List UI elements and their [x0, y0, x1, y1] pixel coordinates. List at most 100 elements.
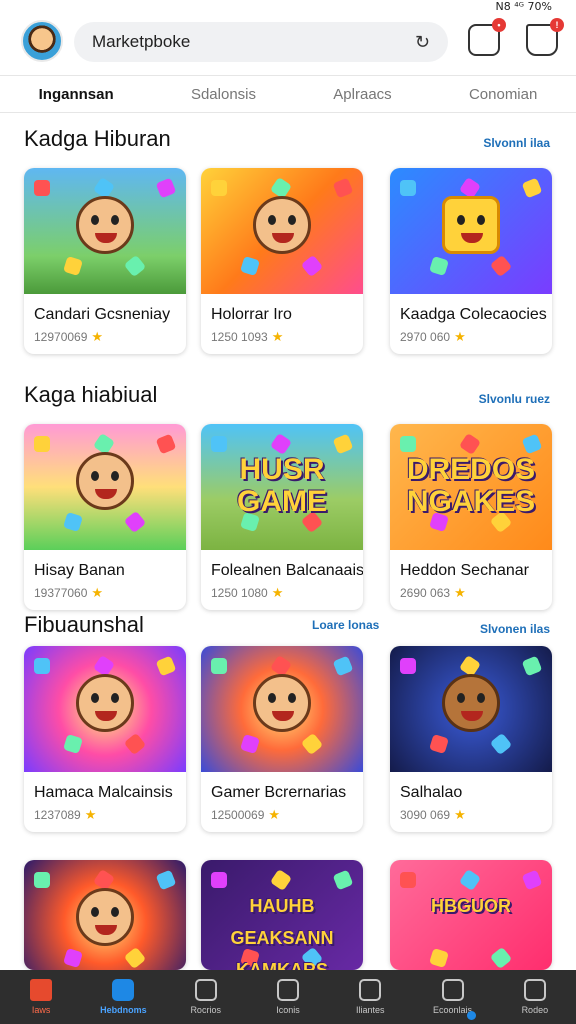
tab-0[interactable]: Ingannsan	[35, 80, 118, 109]
star-icon: ★	[84, 807, 97, 822]
gem-decoration	[332, 177, 354, 199]
star-icon: ★	[454, 807, 466, 822]
nav-item-6[interactable]: Rodeo	[494, 970, 576, 1024]
nav-label: Ecoonlais	[433, 1005, 473, 1015]
refresh-icon[interactable]: ↻	[415, 32, 430, 53]
gem-decoration	[269, 868, 293, 892]
gem-decoration	[521, 177, 543, 199]
gem-decoration	[429, 256, 449, 276]
rating-count: 2690 063	[400, 586, 451, 600]
search-icon	[441, 979, 464, 1001]
gem-decoration	[211, 872, 227, 888]
gem-decoration	[269, 432, 293, 456]
game-card[interactable]: Salhalao 3090 069 ★	[390, 646, 552, 832]
game-card[interactable]: Kaadga Colecaocies 2970 060 ★	[390, 168, 552, 354]
game-card[interactable]: Holorrar Iro 1250 1093 ★	[201, 168, 363, 354]
nav-item-1[interactable]: Hebdnoms	[82, 970, 164, 1024]
game-title: Hamaca Malcainsis	[34, 784, 173, 801]
game-card[interactable]: HUSR GAME Folealnen Balcanaais 1250 1080 ★	[201, 424, 363, 610]
gem-decoration	[429, 734, 449, 754]
character-art	[253, 196, 311, 254]
game-title: Salhalao	[400, 784, 463, 801]
see-all-link[interactable]: Slvonen ilas	[480, 622, 550, 636]
nav-label: Iaws	[31, 1005, 51, 1015]
game-card[interactable]: Gamer Bcrernarias 12500069 ★	[201, 646, 363, 832]
game-thumbnail	[390, 646, 552, 772]
game-rating: 1250 1080 ★	[211, 585, 283, 601]
gem-decoration	[211, 436, 227, 452]
mail-icon	[359, 979, 382, 1001]
nav-item-5[interactable]: Ecoonlais	[411, 970, 493, 1024]
rating-count: 1250 1080	[211, 586, 268, 600]
game-card[interactable]: DREDOS NGAKES Heddon Sechanar 2690 063 ★	[390, 424, 552, 610]
rating-count: 1237089	[34, 808, 81, 822]
rating-count: 12970069	[34, 330, 88, 344]
tab-3[interactable]: Conomian	[465, 80, 541, 109]
gem-decoration	[400, 658, 416, 674]
game-rating: 1237089 ★	[34, 807, 96, 823]
search-input[interactable]: Marketpboke	[92, 32, 415, 52]
star-icon: ★	[91, 585, 104, 600]
rating-count: 19377060	[34, 586, 88, 600]
tab-2[interactable]: Aplraacs	[329, 80, 395, 109]
nav-item-4[interactable]: Iliantes	[329, 970, 411, 1024]
game-logo-text: HAUHB GEAKSANN KAMKARS	[230, 896, 334, 970]
gem-decoration	[240, 256, 260, 276]
gem-decoration	[34, 180, 50, 196]
gem-decoration	[300, 732, 324, 756]
game-thumbnail: HBGUOR	[390, 860, 552, 970]
nav-item-2[interactable]: Rocrios	[165, 970, 247, 1024]
section-link-secondary[interactable]: Loare lonas	[312, 618, 379, 632]
game-card[interactable]: Candari Gcsneniay 12970069 ★	[24, 168, 186, 354]
gem-decoration	[123, 254, 147, 278]
game-thumbnail: DREDOS NGAKES	[390, 424, 552, 550]
game-card[interactable]: Hamaca Malcainsis 1237089 ★	[24, 646, 186, 832]
gem-decoration	[63, 734, 83, 754]
gem-decoration	[332, 655, 354, 677]
avatar[interactable]	[21, 20, 63, 62]
cart-badge: !	[550, 18, 564, 32]
game-rating: 12970069 ★	[34, 329, 103, 345]
game-title: Heddon Sechanar	[400, 562, 529, 579]
gem-decoration	[300, 254, 324, 278]
cart-button[interactable]: !	[526, 18, 564, 56]
see-all-link[interactable]: Slvonnl ilaa	[483, 136, 550, 150]
gem-decoration	[63, 948, 83, 968]
star-icon: ★	[271, 329, 284, 344]
nav-item-0[interactable]: Iaws	[0, 970, 82, 1024]
character-art	[442, 196, 500, 254]
game-card[interactable]: Hisay Banan 19377060 ★	[24, 424, 186, 610]
game-thumbnail: HUSR GAME	[201, 424, 363, 550]
search-bar[interactable]: Marketpboke ↻	[74, 22, 448, 62]
game-title: Kaadga Colecaocies	[400, 306, 547, 323]
nav-label: Rocrios	[190, 1005, 221, 1015]
star-icon: ★	[454, 585, 466, 600]
gem-decoration	[34, 658, 50, 674]
game-card[interactable]	[24, 860, 186, 970]
game-card[interactable]: HBGUOR	[390, 860, 552, 970]
gem-decoration	[429, 948, 449, 968]
game-thumbnail: HAUHB GEAKSANN KAMKARS	[201, 860, 363, 970]
character-art	[76, 888, 134, 946]
tab-1[interactable]: Sdalonsis	[187, 80, 260, 109]
game-thumbnail	[24, 646, 186, 772]
gem-decoration	[400, 180, 416, 196]
character-art	[253, 674, 311, 732]
section-title: Kadga Hiburan	[24, 126, 171, 151]
rating-count: 2970 060	[400, 330, 451, 344]
camera-button[interactable]: •	[468, 18, 506, 56]
rating-count: 3090 069	[400, 808, 451, 822]
section-title: Fibuaunshal	[24, 612, 144, 637]
see-all-link[interactable]: Slvonlu ruez	[479, 392, 550, 406]
star-icon: ★	[454, 329, 466, 344]
nav-label: Iliantes	[356, 1005, 385, 1015]
game-logo-text: DREDOS NGAKES	[406, 453, 536, 518]
star-icon: ★	[268, 807, 281, 822]
nav-item-3[interactable]: Iconis	[247, 970, 329, 1024]
bottom-nav: Iaws Hebdnoms Rocrios Iconis Iliantes Ecoonla…	[0, 970, 576, 1024]
gem-decoration	[211, 180, 227, 196]
game-card[interactable]: HAUHB GEAKSANN KAMKARS	[201, 860, 363, 970]
gem-decoration	[155, 177, 177, 199]
gem-decoration	[34, 436, 50, 452]
game-thumbnail	[201, 168, 363, 294]
